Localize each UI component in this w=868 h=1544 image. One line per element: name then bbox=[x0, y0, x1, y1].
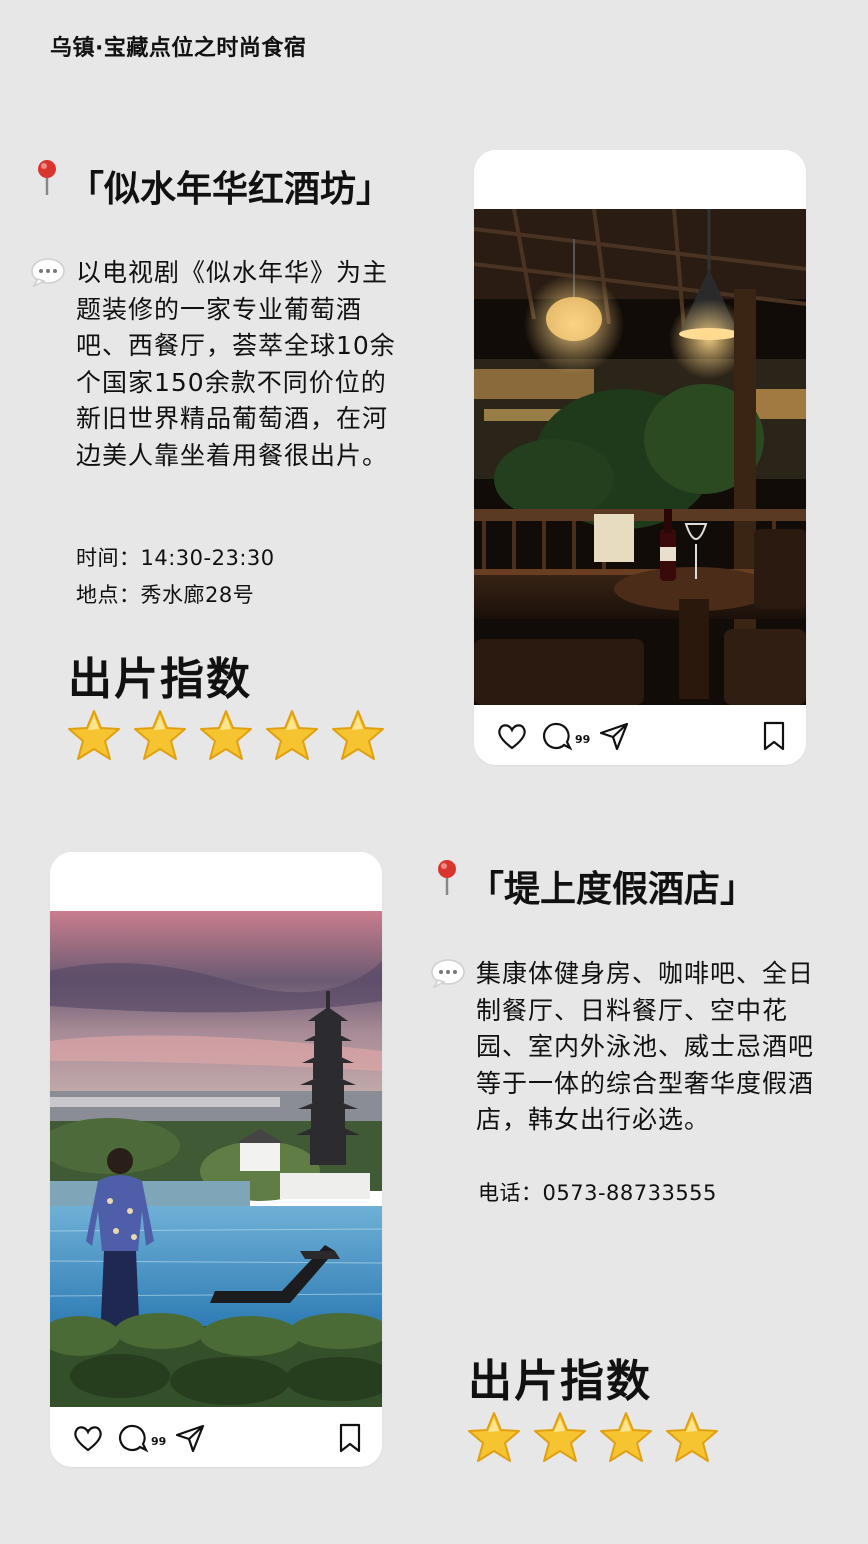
spot-1-title-row: 「似水年华红酒坊」 bbox=[36, 160, 392, 212]
spot-1-hours: 时间：14:30-23:30 bbox=[76, 546, 275, 570]
share-icon[interactable] bbox=[598, 721, 630, 751]
star-icon bbox=[666, 1412, 718, 1462]
spot-1-description: 以电视剧《似水年华》为主题装修的一家专业葡萄酒吧、西餐厅，荟萃全球10余个国家1… bbox=[30, 255, 410, 474]
pin-icon bbox=[38, 160, 56, 195]
star-icon bbox=[200, 710, 252, 760]
star-icon bbox=[534, 1412, 586, 1462]
spot-2-meta: 电话：0573-88733555 bbox=[478, 1175, 717, 1212]
post-card-hotel: 99 bbox=[50, 852, 382, 1467]
spot-2-phone: 电话：0573-88733555 bbox=[478, 1181, 717, 1205]
page-title: 乌镇·宝藏点位之时尚食宿 bbox=[50, 36, 307, 61]
post-actions-bar: 99 bbox=[474, 707, 806, 765]
spot-1-rating-stars bbox=[66, 708, 386, 764]
hotel-photo bbox=[50, 911, 382, 1407]
bookmark-icon[interactable] bbox=[762, 721, 786, 751]
spot-2-title: 「堤上度假酒店」 bbox=[468, 869, 757, 910]
spot-2-description: 集康体健身房、咖啡吧、全日制餐厅、日料餐厅、空中花园、室内外泳池、威士忌酒吧等于… bbox=[430, 956, 825, 1139]
star-icon bbox=[134, 710, 186, 760]
spot-2-title-row: 「堤上度假酒店」 bbox=[436, 860, 756, 912]
bookmark-icon[interactable] bbox=[338, 1423, 362, 1453]
spot-1-description-text: 以电视剧《似水年华》为主题装修的一家专业葡萄酒吧、西餐厅，荟萃全球10余个国家1… bbox=[76, 258, 396, 470]
spot-1-title: 「似水年华红酒坊」 bbox=[68, 169, 393, 210]
spot-1-meta: 时间：14:30-23:30 地点：秀水廊28号 bbox=[76, 540, 275, 614]
spot-1-rating-label: 出片指数 bbox=[68, 654, 252, 705]
star-icon bbox=[600, 1412, 652, 1462]
speech-bubble-icon bbox=[31, 258, 65, 287]
star-icon bbox=[468, 1412, 520, 1462]
star-icon bbox=[266, 710, 318, 760]
star-icon bbox=[68, 710, 120, 760]
post-actions-bar: 99 bbox=[50, 1409, 382, 1467]
comment-icon[interactable] bbox=[118, 1423, 150, 1453]
heart-icon[interactable] bbox=[496, 721, 528, 751]
spot-2-description-text: 集康体健身房、咖啡吧、全日制餐厅、日料餐厅、空中花园、室内外泳池、威士忌酒吧等于… bbox=[476, 959, 815, 1134]
speech-bubble-icon bbox=[431, 959, 465, 988]
star-icon bbox=[332, 710, 384, 760]
comment-count: 99 bbox=[151, 1435, 167, 1448]
spot-2-rating-stars bbox=[466, 1410, 720, 1466]
pin-icon bbox=[438, 860, 456, 895]
heart-icon[interactable] bbox=[72, 1423, 104, 1453]
post-card-wine-bar: 99 bbox=[474, 150, 806, 765]
spot-2-rating-label: 出片指数 bbox=[468, 1356, 652, 1407]
comment-count: 99 bbox=[575, 733, 591, 746]
comment-icon[interactable] bbox=[542, 721, 574, 751]
wine-bar-photo bbox=[474, 209, 806, 705]
spot-1-address: 地点：秀水廊28号 bbox=[76, 583, 255, 607]
share-icon[interactable] bbox=[174, 1423, 206, 1453]
